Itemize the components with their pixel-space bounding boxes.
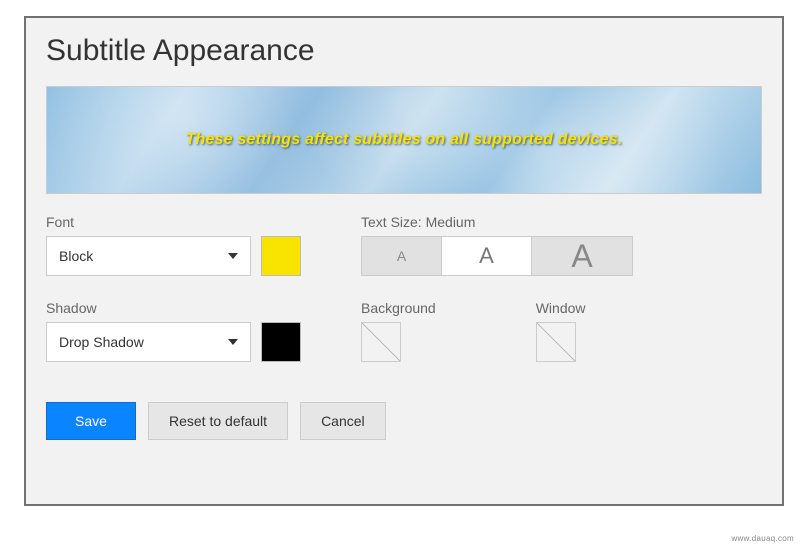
- text-size-small[interactable]: A: [362, 237, 442, 275]
- window-label: Window: [536, 300, 586, 316]
- chevron-down-icon: [228, 339, 238, 345]
- font-label: Font: [46, 214, 301, 230]
- controls-row-1: Font Block Text Size: Medium A A A: [46, 214, 762, 276]
- shadow-color-swatch[interactable]: [261, 322, 301, 362]
- save-button[interactable]: Save: [46, 402, 136, 440]
- shadow-select[interactable]: Drop Shadow: [46, 322, 251, 362]
- subtitle-preview: These settings affect subtitles on all s…: [46, 86, 762, 194]
- cancel-button[interactable]: Cancel: [300, 402, 386, 440]
- preview-text: These settings affect subtitles on all s…: [186, 131, 623, 149]
- shadow-group: Shadow Drop Shadow: [46, 300, 301, 362]
- text-size-large[interactable]: A: [532, 237, 632, 275]
- controls-row-2: Shadow Drop Shadow Background Window: [46, 300, 762, 362]
- background-group: Background: [361, 300, 436, 362]
- window-group: Window: [536, 300, 586, 362]
- window-none-swatch[interactable]: [536, 322, 576, 362]
- font-value: Block: [59, 248, 93, 264]
- font-color-swatch[interactable]: [261, 236, 301, 276]
- settings-panel: Subtitle Appearance These settings affec…: [24, 16, 784, 506]
- font-group: Font Block: [46, 214, 301, 276]
- reset-button[interactable]: Reset to default: [148, 402, 288, 440]
- text-size-label: Text Size: Medium: [361, 214, 633, 230]
- background-label: Background: [361, 300, 436, 316]
- page-title: Subtitle Appearance: [46, 34, 762, 68]
- shadow-label: Shadow: [46, 300, 301, 316]
- chevron-down-icon: [228, 253, 238, 259]
- font-select[interactable]: Block: [46, 236, 251, 276]
- text-size-group: Text Size: Medium A A A: [361, 214, 633, 276]
- background-none-swatch[interactable]: [361, 322, 401, 362]
- text-size-selector: A A A: [361, 236, 633, 276]
- text-size-medium[interactable]: A: [442, 237, 532, 275]
- action-buttons: Save Reset to default Cancel: [46, 402, 762, 440]
- shadow-value: Drop Shadow: [59, 334, 144, 350]
